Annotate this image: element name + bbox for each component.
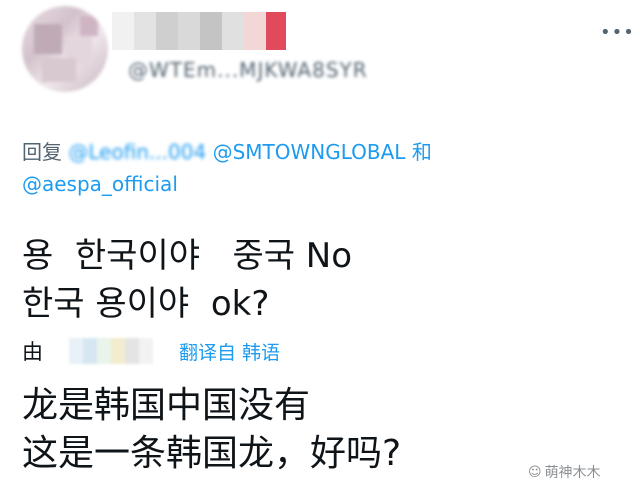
author-handle[interactable]: @WTEm...MJKWA8SYR — [128, 58, 368, 82]
mention-link-aespa[interactable]: @aespa_official — [22, 172, 178, 196]
mention-link-redacted[interactable]: @Leofin...004 — [68, 140, 206, 164]
tweet-text-korean-line1: 용 한국이야 중국 No — [22, 236, 353, 276]
translation-by-label: 由 — [22, 340, 43, 364]
translated-from-korean-link[interactable]: 翻译自 韩语 — [179, 338, 280, 365]
watermark-text: 萌神木木 — [544, 465, 601, 481]
mention-link-smtownglobal[interactable]: @SMTOWNGLOBAL — [213, 140, 406, 164]
reply-prefix: 回复 — [22, 140, 62, 164]
cat-paw-icon: ☺ — [528, 464, 542, 480]
tweet-text-korean-line2: 한국 용이야 ok? — [22, 284, 270, 324]
author-name-redacted[interactable] — [112, 12, 298, 50]
reply-context: 回复 @Leofin...004 @SMTOWNGLOBAL 和 — [22, 136, 432, 165]
translated-text-line1: 龙是韩国中国没有 — [22, 385, 311, 426]
watermark: ☺ 萌神木木 — [528, 462, 601, 482]
translation-attribution: 由 翻译自 韩语 — [22, 336, 280, 366]
translated-text-line2: 这是一条韩国龙，好吗? — [22, 433, 402, 474]
translator-logo-redacted — [69, 338, 153, 364]
avatar[interactable] — [22, 6, 108, 92]
more-options-icon[interactable]: ••• — [600, 22, 635, 43]
reply-conjunction: 和 — [411, 140, 432, 164]
